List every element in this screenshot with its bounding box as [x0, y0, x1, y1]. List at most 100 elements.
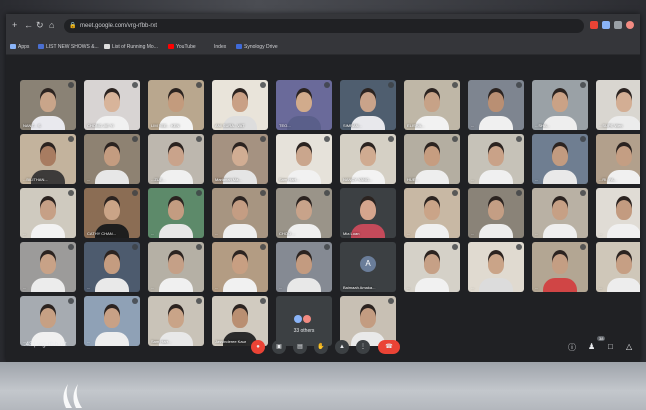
participant-tile[interactable]: ...BILITHAN... [20, 134, 76, 184]
extension-icon[interactable] [590, 21, 598, 29]
participant-name: NANCY YANG... [343, 177, 373, 182]
participant-tile[interactable]: ... [596, 188, 640, 238]
bookmark-item[interactable]: Synology Drive [236, 44, 278, 50]
participant-tile[interactable]: ...RI..YA... [596, 134, 640, 184]
mic-status-icon [324, 244, 330, 250]
mic-status-icon [132, 136, 138, 142]
mic-status-icon [580, 190, 586, 196]
mic-status-icon [516, 136, 522, 142]
avatar [303, 315, 311, 323]
reload-icon[interactable]: ↻ [36, 20, 44, 31]
extension-icon[interactable] [602, 21, 610, 29]
bookmarks-bar: Apps LIST NEW SHOWS &... List of Running… [6, 40, 640, 55]
synology-icon [236, 44, 242, 49]
participant-tile[interactable]: A Baimaah Amaka... [340, 242, 396, 292]
participant-tile[interactable]: ... [532, 188, 588, 238]
back-icon[interactable]: ← [24, 20, 33, 30]
participant-tile[interactable]: ... [468, 242, 524, 292]
participant-name: CHONG JIE YI [87, 123, 114, 128]
mic-off-button[interactable]: ● [251, 340, 265, 354]
participant-tile[interactable]: ... [212, 242, 268, 292]
participant-tile[interactable]: ANI SURA...VAT [212, 80, 268, 130]
bookmark-item[interactable]: Index [214, 44, 226, 50]
participant-tile[interactable]: TEO... [276, 80, 332, 130]
participant-name: ... [471, 123, 475, 128]
participant-tile[interactable]: ... [84, 242, 140, 292]
participant-tile[interactable]: ... [404, 188, 460, 238]
participant-tile[interactable]: ...SHA... [532, 80, 588, 130]
participant-name: ... [407, 231, 411, 236]
participant-tile[interactable]: ... [468, 80, 524, 130]
participant-tile[interactable]: ...ZUE... [148, 134, 204, 184]
participant-tile[interactable]: ... [596, 242, 640, 292]
participant-tile[interactable]: HUE... [404, 134, 460, 184]
participant-face [168, 254, 184, 274]
logo-watermark [63, 384, 82, 408]
participant-tile[interactable]: Sam Hart... [276, 134, 332, 184]
participant-name: SIMRAN... [343, 123, 362, 128]
participant-tile[interactable]: ... [20, 242, 76, 292]
participant-tile[interactable]: SIMRAN... [340, 80, 396, 130]
participant-face [296, 146, 312, 166]
mic-status-icon [324, 298, 330, 304]
participant-tile[interactable]: LIM YEE... KEN [148, 80, 204, 130]
mic-status-icon [132, 82, 138, 88]
participant-tile[interactable]: ... [404, 242, 460, 292]
participant-tile[interactable]: ...SUPE Wen [596, 80, 640, 130]
participant-tile[interactable]: ... [84, 134, 140, 184]
participant-tile[interactable]: Mia Loan [340, 188, 396, 238]
extensions-puzzle-icon[interactable] [614, 21, 622, 29]
activities-icon[interactable]: △ [626, 342, 632, 351]
participant-tile[interactable]: ... [212, 188, 268, 238]
people-icon[interactable]: ♟ [588, 342, 595, 351]
participant-grid: NANT... S CHONG JIE YI LIM YEE... KEN ANI S… [20, 80, 640, 346]
participant-tile[interactable]: ... [532, 134, 588, 184]
participant-video [95, 170, 129, 184]
avatar: A [360, 256, 376, 272]
mic-status-icon [580, 136, 586, 142]
apps-icon [10, 44, 16, 49]
info-icon[interactable]: ⓘ [568, 342, 576, 353]
bookmark-item[interactable]: LIST NEW SHOWS &... [38, 44, 99, 50]
participant-tile[interactable]: ... [532, 242, 588, 292]
participant-tile[interactable]: NANT... S [20, 80, 76, 130]
participant-tile[interactable]: ... [276, 242, 332, 292]
more-options-button[interactable]: ⋮ [356, 340, 370, 354]
profile-avatar[interactable] [626, 21, 634, 29]
mic-status-icon [388, 244, 394, 250]
participant-tile[interactable]: Marianah Ma... [212, 134, 268, 184]
participant-name: TEO... [279, 123, 291, 128]
captions-button[interactable]: ▤ [293, 340, 307, 354]
mic-status-icon [452, 82, 458, 88]
address-bar[interactable]: 🔒 meet.google.com/vrg-rfbb-rxt [64, 19, 584, 33]
bookmark-item[interactable]: List of Running Mo... [104, 44, 158, 50]
chat-icon[interactable]: □ [608, 342, 613, 351]
participant-tile[interactable]: CHOO ... [276, 188, 332, 238]
leave-call-button[interactable]: ☎ [378, 340, 400, 354]
participant-face [488, 200, 504, 220]
participant-video [479, 170, 513, 184]
home-icon[interactable]: ⌂ [49, 20, 54, 30]
participant-face [296, 200, 312, 220]
participant-tile[interactable]: ... [20, 188, 76, 238]
participant-tile[interactable]: CHONG JIE YI [84, 80, 140, 130]
participant-face [168, 92, 184, 112]
participant-name: ... [535, 177, 539, 182]
mic-status-icon [68, 82, 74, 88]
mic-status-icon [68, 298, 74, 304]
participant-video [415, 224, 449, 238]
camera-button[interactable]: ▣ [272, 340, 286, 354]
participant-tile[interactable]: ... [148, 188, 204, 238]
participant-tile[interactable]: ... [468, 188, 524, 238]
participant-tile[interactable]: ... [468, 134, 524, 184]
participant-tile[interactable]: NANCY YANG... [340, 134, 396, 184]
participant-name: ...RI..YA... [599, 177, 617, 182]
bookmark-item[interactable]: YouTube [168, 44, 196, 50]
participant-tile[interactable]: ... [148, 242, 204, 292]
present-button[interactable]: ▲ [335, 340, 349, 354]
participant-tile[interactable]: CATHY CHAN... [84, 188, 140, 238]
participant-tile[interactable]: ELISHA... [404, 80, 460, 130]
raise-hand-button[interactable]: ✋ [314, 340, 328, 354]
tab-add-icon[interactable]: + [12, 20, 17, 30]
bookmark-apps[interactable]: Apps [10, 44, 29, 50]
